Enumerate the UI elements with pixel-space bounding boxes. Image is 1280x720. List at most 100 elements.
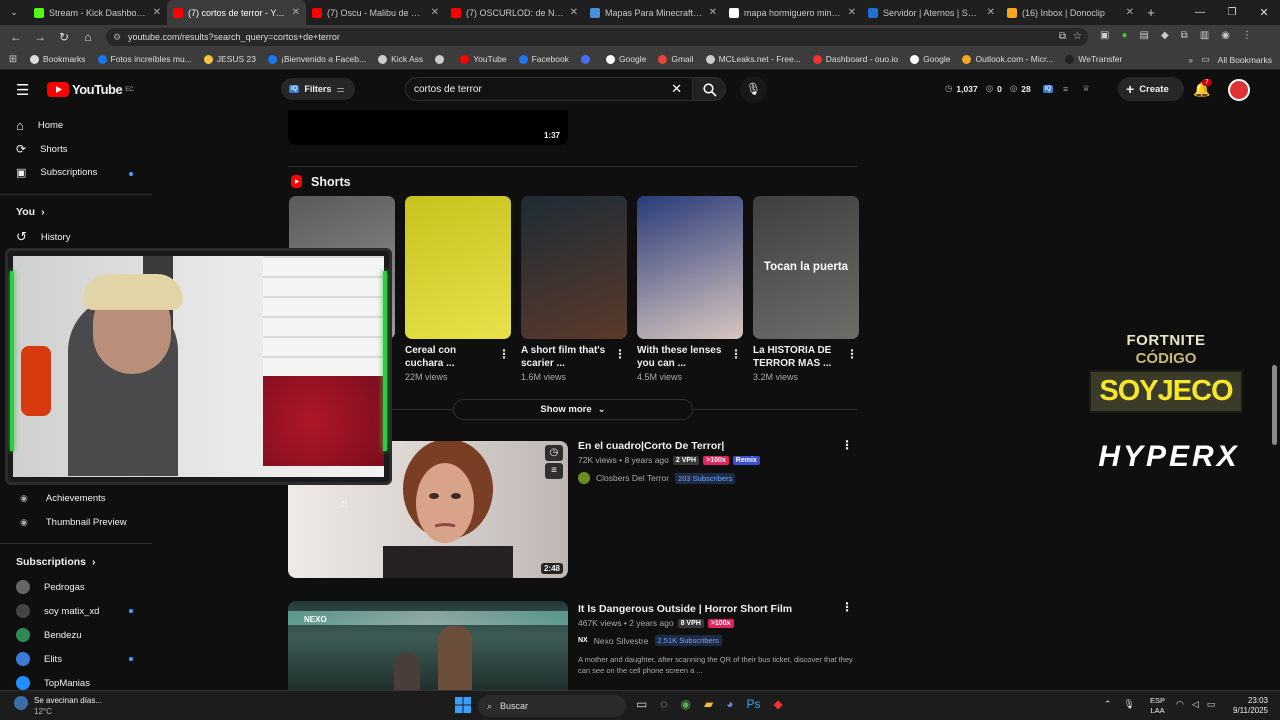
account-avatar[interactable]: [1228, 79, 1250, 101]
browser-tab[interactable]: (7) cortos de terror - YouT ✕: [167, 0, 306, 25]
extension-icon-1[interactable]: ▣: [1100, 30, 1109, 41]
minimize-icon[interactable]: —: [1184, 7, 1216, 18]
bookmark-item[interactable]: Fotos increíbles mu...: [92, 54, 198, 64]
browser-tab[interactable]: mapa hormiguero minecr ✕: [723, 0, 862, 25]
profile-avatar-icon[interactable]: ◉: [1221, 30, 1230, 41]
bookmark-star-icon[interactable]: ☆: [1073, 28, 1082, 46]
remix-badge[interactable]: Remix: [732, 455, 760, 465]
sidebar-item-shorts[interactable]: ⟳ Shorts: [16, 142, 68, 156]
sidebar-item-history[interactable]: ↺ History: [16, 229, 70, 245]
chrome-menu-icon[interactable]: ⋮: [1242, 30, 1252, 41]
all-bookmarks-link[interactable]: All Bookmarks: [1218, 55, 1272, 65]
sidebar-subscription-item[interactable]: Bendezu: [16, 628, 82, 642]
bookmark-item[interactable]: JESUS 23: [198, 54, 262, 64]
video-title[interactable]: It Is Dangerous Outside | Horror Short F…: [578, 603, 858, 616]
task-view-icon[interactable]: ▭: [636, 697, 647, 711]
short-menu-icon[interactable]: ⋮: [846, 347, 858, 361]
bookmark-item[interactable]: Google: [904, 54, 956, 64]
channel-avatar[interactable]: NX: [578, 637, 588, 644]
bookmark-item[interactable]: Gmail: [652, 54, 699, 64]
search-input[interactable]: cortos de terror ✕: [405, 77, 692, 101]
new-tab-button[interactable]: +: [1140, 5, 1162, 20]
sidebar-subscription-item[interactable]: Elits: [16, 652, 62, 666]
extension-icon-2[interactable]: ●: [1121, 30, 1127, 41]
sidebar-subscription-item[interactable]: TopManias: [16, 676, 90, 690]
bookmarks-overflow-icon[interactable]: »: [1188, 55, 1193, 65]
bookmark-item[interactable]: WeTransfer: [1059, 54, 1128, 64]
filters-button[interactable]: iQ Filters ⚌: [281, 78, 355, 100]
bookmark-item[interactable]: [429, 54, 454, 64]
reload-icon[interactable]: ↻: [52, 30, 76, 44]
youtube-logo[interactable]: YouTube EC: [47, 82, 134, 97]
voice-search-button[interactable]: 🎙: [740, 76, 767, 103]
tray-chevron-icon[interactable]: ⌃: [1104, 699, 1112, 710]
short-menu-icon[interactable]: ⋮: [498, 347, 510, 361]
clear-search-icon[interactable]: ✕: [671, 81, 682, 97]
short-thumbnail[interactable]: [521, 196, 627, 339]
video-title[interactable]: En el cuadro|Corto De Terror|: [578, 440, 848, 453]
sidebar-item-achievements[interactable]: ◉ Achievements: [20, 493, 106, 504]
bookmark-item[interactable]: Dashboard - ouo.io: [807, 54, 904, 64]
url-bar[interactable]: ⚙ youtube.com/results?search_query=corto…: [106, 28, 1088, 46]
sidebar-item-subscriptions[interactable]: ▣ Subscriptions: [16, 166, 97, 179]
taskbar-search-box[interactable]: ⌕ Buscar: [478, 695, 626, 717]
install-app-icon[interactable]: ⧉: [1059, 28, 1066, 46]
bookmark-item[interactable]: Google: [600, 54, 652, 64]
app-taskbar-icon[interactable]: ◆: [773, 697, 782, 711]
windows-start-icon[interactable]: [455, 697, 471, 713]
language-indicator[interactable]: ESP LAA: [1150, 696, 1165, 716]
browser-tab[interactable]: Servidor | Aternos | Servi ✕: [862, 0, 1001, 25]
tab-close-icon[interactable]: ✕: [153, 7, 161, 18]
discord-icon[interactable]: ◕: [726, 697, 733, 711]
extensions-puzzle-icon[interactable]: ⧉: [1181, 30, 1188, 41]
short-thumbnail[interactable]: [405, 196, 511, 339]
bookmark-item[interactable]: [575, 54, 600, 64]
create-button[interactable]: + Create: [1118, 77, 1184, 101]
short-title[interactable]: La HISTORIA DE TERROR MAS ...: [753, 344, 843, 370]
previous-video-thumbnail[interactable]: 1:37: [288, 110, 568, 145]
tab-close-icon[interactable]: ✕: [292, 7, 300, 18]
sidebar-item-home[interactable]: ⌂ Home: [16, 118, 63, 133]
bookmark-item[interactable]: Kick Ass: [372, 54, 429, 64]
tab-close-icon[interactable]: ✕: [431, 7, 439, 18]
wifi-icon[interactable]: ◠: [1176, 699, 1184, 710]
sidebar-you-header[interactable]: You ›: [16, 206, 45, 218]
sidebar-item-thumbnail-preview[interactable]: ◉ Thumbnail Preview: [20, 517, 127, 528]
back-icon[interactable]: ←: [4, 30, 28, 44]
bookmark-item[interactable]: Bookmarks: [24, 54, 92, 64]
short-title[interactable]: With these lenses you can ...: [637, 344, 727, 370]
browser-tab[interactable]: (7) Oscu - Malibu de Coc ✕: [306, 0, 445, 25]
add-to-queue-icon[interactable]: ≡: [545, 463, 563, 479]
close-window-icon[interactable]: ✕: [1248, 6, 1280, 19]
bookmark-item[interactable]: ¡Bienvenido a Faceb...: [262, 54, 372, 64]
home-icon[interactable]: ⌂: [76, 30, 100, 44]
short-menu-icon[interactable]: ⋮: [730, 347, 742, 361]
sidebar-subscriptions-header[interactable]: Subscriptions ›: [16, 556, 96, 568]
page-scrollbar-thumb[interactable]: [1272, 365, 1277, 445]
photoshop-icon[interactable]: Ps: [746, 697, 760, 711]
search-button[interactable]: [692, 77, 726, 101]
show-more-button[interactable]: Show more ⌄: [453, 399, 693, 420]
forward-icon[interactable]: →: [28, 30, 52, 44]
tab-search-icon[interactable]: ⌄: [0, 7, 28, 18]
widgets-icon[interactable]: ◌: [660, 697, 667, 711]
apps-grid-icon[interactable]: ⊞: [2, 54, 24, 65]
channel-name[interactable]: Nexo Silvestre: [594, 636, 649, 646]
watch-later-icon[interactable]: ◷: [545, 445, 563, 461]
channel-avatar[interactable]: [578, 472, 590, 484]
bookmark-item[interactable]: Outlook.com - Micr...: [956, 54, 1059, 64]
clock[interactable]: 23:03 9/11/2025: [1226, 696, 1268, 716]
browser-tab[interactable]: (7) OSCURLOD: de Niño fi ✕: [445, 0, 584, 25]
tab-close-icon[interactable]: ✕: [570, 7, 578, 18]
bookmark-item[interactable]: YouTube: [454, 54, 512, 64]
weather-title[interactable]: Se avecinan días...: [34, 696, 102, 705]
channel-name[interactable]: Closbers Del Terror: [596, 473, 669, 483]
bookmark-item[interactable]: Facebook: [513, 54, 575, 64]
tab-close-icon[interactable]: ✕: [987, 7, 995, 18]
browser-tab[interactable]: Stream - Kick Dashboard ✕: [28, 0, 167, 25]
video-menu-icon[interactable]: ⋮: [841, 600, 853, 614]
battery-icon[interactable]: ▭: [1207, 699, 1216, 710]
sidepanel-icon[interactable]: ▥: [1200, 30, 1209, 41]
tab-close-icon[interactable]: ✕: [848, 7, 856, 18]
file-explorer-icon[interactable]: ▰: [704, 697, 713, 711]
